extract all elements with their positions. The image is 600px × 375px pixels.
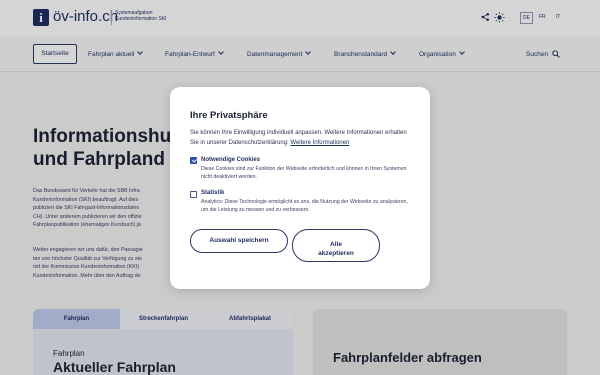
- accept-label-line-2: akzeptieren: [318, 250, 354, 257]
- statistics-checkbox[interactable]: [190, 191, 197, 198]
- privacy-policy-link[interactable]: Weitere Informationen: [290, 140, 349, 146]
- necessary-cookies-label[interactable]: Notwendige Cookies: [201, 156, 260, 164]
- necessary-cookies-description: Diese Cookies sind zur Funktion der Webs…: [201, 166, 407, 180]
- privacy-consent-dialog: Ihre Privatsphäre Sie können Ihre Einwil…: [170, 87, 430, 289]
- statistics-label[interactable]: Statistik: [201, 189, 224, 197]
- necessary-cookies-checkbox[interactable]: [190, 157, 197, 164]
- accept-all-button[interactable]: Alle akzeptieren: [292, 229, 380, 262]
- dialog-intro: Sie können Ihre Einwilligung individuell…: [190, 128, 415, 148]
- dialog-title: Ihre Privatsphäre: [190, 110, 268, 121]
- checkmark-icon: [191, 157, 197, 163]
- accept-label-line-1: Alle: [330, 241, 342, 248]
- statistics-description: Analytics: Diese Technologie ermöglicht …: [201, 199, 408, 213]
- save-selection-button[interactable]: Auswahl speichern: [190, 229, 288, 253]
